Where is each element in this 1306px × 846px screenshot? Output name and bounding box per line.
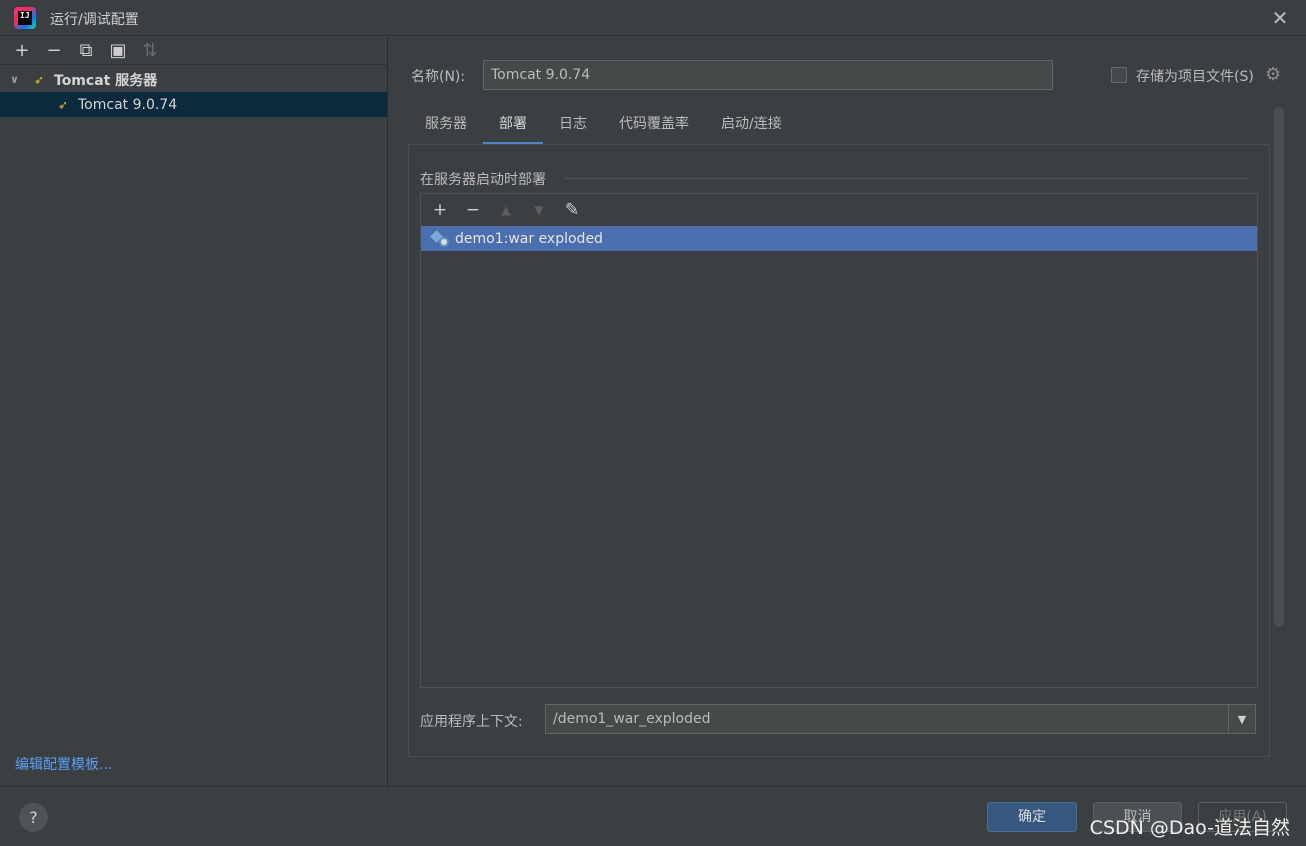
edit-templates-link[interactable]: 编辑配置模板... — [15, 754, 112, 774]
tab-bar: 服务器 部署 日志 代码覆盖率 启动/连接 — [409, 107, 798, 145]
deployment-tab-content: 在服务器启动时部署 + − ▲ ▼ ✎ demo1:war exploded 应… — [408, 144, 1270, 757]
application-context-label: 应用程序上下文: — [420, 714, 523, 730]
ok-button[interactable]: 确定 — [987, 802, 1077, 832]
configuration-tree: ∨ ➶ Tomcat 服务器 ➶ Tomcat 9.0.74 — [0, 67, 387, 117]
tree-group-label: Tomcat 服务器 — [54, 72, 158, 89]
move-up-button[interactable]: ▲ — [492, 197, 520, 223]
apply-button[interactable]: 应用(A) — [1198, 802, 1287, 832]
new-folder-button[interactable]: ▣ — [104, 38, 132, 64]
tree-item-label: Tomcat 9.0.74 — [78, 96, 178, 113]
store-as-project-file-checkbox[interactable] — [1111, 67, 1127, 83]
configuration-tree-panel: + − ⧉ ▣ ⇅ ∨ ➶ Tomcat 服务器 ➶ Tomcat 9.0.74… — [0, 37, 388, 786]
remove-artifact-button[interactable]: − — [459, 197, 487, 223]
tab-code-coverage[interactable]: 代码覆盖率 — [603, 107, 705, 145]
gear-icon[interactable]: ⚙ — [1265, 64, 1281, 85]
section-title: 在服务器启动时部署 — [420, 172, 546, 188]
dialog-button-bar: ? 确定 取消 应用(A) CSDN @Dao-道法自然 — [0, 786, 1306, 846]
tomcat-cat-icon: ➶ — [58, 97, 69, 112]
tree-toolbar: + − ⧉ ▣ ⇅ — [0, 37, 387, 65]
tree-group-tomcat[interactable]: ∨ ➶ Tomcat 服务器 — [0, 67, 387, 92]
tomcat-cat-icon: ➶ — [34, 72, 45, 87]
application-context-value[interactable]: /demo1_war_exploded — [546, 711, 1228, 727]
sort-button[interactable]: ⇅ — [136, 38, 164, 64]
window-title: 运行/调试配置 — [50, 12, 139, 28]
tab-logs[interactable]: 日志 — [543, 107, 603, 145]
deployment-toolbar: + − ▲ ▼ ✎ — [421, 194, 1257, 226]
chevron-down-icon[interactable]: ∨ — [10, 73, 24, 86]
vertical-scrollbar[interactable] — [1274, 107, 1284, 627]
copy-configuration-button[interactable]: ⧉ — [72, 38, 100, 64]
web-artifact-icon — [430, 229, 451, 248]
remove-configuration-button[interactable]: − — [40, 38, 68, 64]
intellij-icon: IJ — [14, 7, 36, 29]
name-label: 名称(N): — [411, 69, 466, 85]
add-artifact-button[interactable]: + — [426, 197, 454, 223]
tab-startup-connection[interactable]: 启动/连接 — [705, 107, 798, 145]
chevron-down-icon[interactable]: ▼ — [1228, 705, 1255, 733]
tab-deployment[interactable]: 部署 — [483, 107, 543, 145]
title-bar: IJ 运行/调试配置 ✕ — [0, 0, 1306, 36]
edit-artifact-button[interactable]: ✎ — [558, 197, 586, 223]
tree-item-tomcat-9[interactable]: ➶ Tomcat 9.0.74 — [0, 92, 387, 117]
section-divider — [564, 178, 1249, 179]
configuration-editor: 名称(N): Tomcat 9.0.74 存储为项目文件(S) ⚙ 服务器 部署… — [389, 37, 1306, 786]
name-field[interactable]: Tomcat 9.0.74 — [483, 60, 1053, 90]
store-as-project-file-label[interactable]: 存储为项目文件(S) — [1136, 66, 1254, 86]
artifact-label: demo1:war exploded — [455, 230, 603, 247]
deployment-list: + − ▲ ▼ ✎ demo1:war exploded — [420, 193, 1258, 688]
move-down-button[interactable]: ▼ — [525, 197, 553, 223]
application-context-combobox[interactable]: /demo1_war_exploded ▼ — [545, 704, 1256, 734]
list-item[interactable]: demo1:war exploded — [421, 226, 1257, 251]
cancel-button[interactable]: 取消 — [1093, 802, 1182, 832]
close-button[interactable]: ✕ — [1268, 6, 1292, 30]
tab-server[interactable]: 服务器 — [409, 107, 483, 145]
add-configuration-button[interactable]: + — [8, 38, 36, 64]
help-button[interactable]: ? — [19, 803, 48, 832]
